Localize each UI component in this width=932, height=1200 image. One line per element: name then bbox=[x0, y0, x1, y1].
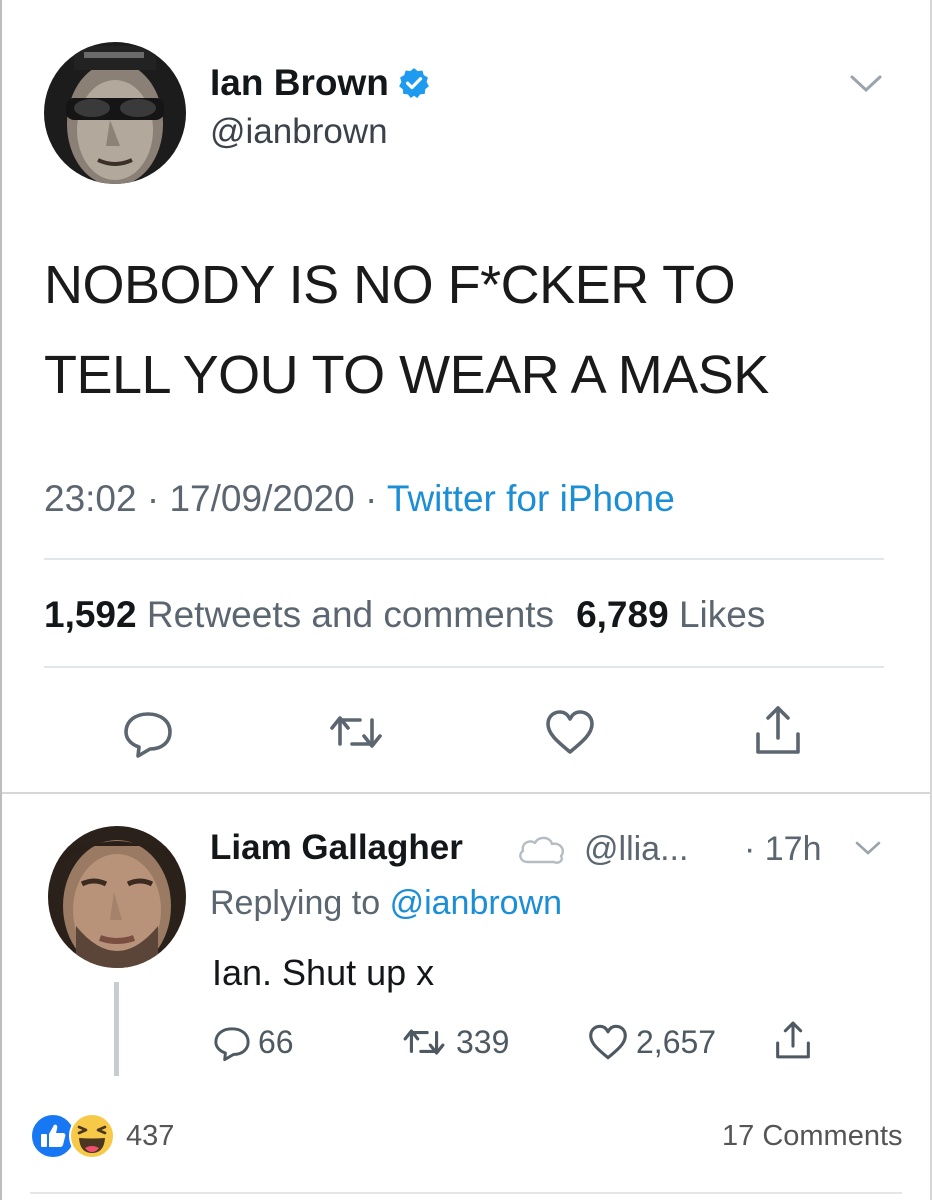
cloud-icon bbox=[514, 830, 570, 870]
tweet-meta: 23:02 · 17/09/2020 · Twitter for iPhone bbox=[44, 478, 675, 520]
retweet-count: 339 bbox=[456, 1023, 510, 1060]
likes-stat[interactable]: 6,789 Likes bbox=[576, 594, 765, 635]
retweets-count: 1,592 bbox=[44, 594, 137, 635]
comments-link[interactable]: 17 Comments bbox=[722, 1120, 903, 1153]
tweet-text: NOBODY IS NO F*CKER TO TELL YOU TO WEAR … bbox=[44, 240, 884, 420]
replying-to-prefix: Replying to bbox=[210, 884, 381, 922]
reply-icon[interactable] bbox=[118, 704, 178, 760]
reaction-count: 437 bbox=[126, 1119, 175, 1152]
ian-brown-avatar[interactable] bbox=[44, 42, 186, 184]
haha-reaction-icon bbox=[69, 1113, 115, 1159]
like-count: 2,657 bbox=[636, 1023, 717, 1060]
liam-gallagher-avatar[interactable] bbox=[48, 826, 186, 968]
retweet-icon bbox=[403, 1029, 445, 1055]
like-icon bbox=[589, 1024, 627, 1060]
tweet-source-link[interactable]: Twitter for iPhone bbox=[387, 478, 675, 519]
divider bbox=[44, 558, 884, 560]
share-icon[interactable] bbox=[748, 700, 808, 756]
tweet-text-line-2: TELL YOU TO WEAR A MASK bbox=[44, 345, 769, 405]
likes-count: 6,789 bbox=[576, 594, 669, 635]
facebook-reactions[interactable]: 437 bbox=[30, 1112, 174, 1160]
reply-time: · 17h bbox=[744, 830, 822, 868]
tweet-text-line-1: NOBODY IS NO F*CKER TO bbox=[44, 255, 736, 315]
replying-to: Replying to @ianbrown bbox=[210, 884, 562, 923]
reply-count: 66 bbox=[258, 1023, 294, 1060]
retweet-action[interactable]: 339 bbox=[396, 1018, 509, 1066]
reply-author-handle[interactable]: @llia... bbox=[584, 830, 688, 869]
tweet-stats: 1,592 Retweets and comments 6,789 Likes bbox=[44, 594, 765, 636]
frame-left-border bbox=[0, 0, 2, 1200]
thread-line bbox=[114, 982, 119, 1076]
replying-to-mention[interactable]: @ianbrown bbox=[390, 884, 563, 922]
verified-badge-icon bbox=[397, 66, 431, 100]
like-action[interactable]: 2,657 bbox=[584, 1018, 716, 1066]
reply-action[interactable]: 66 bbox=[210, 1018, 294, 1066]
tweet-time: 23:02 bbox=[44, 478, 137, 519]
reply-icon bbox=[214, 1027, 250, 1062]
retweets-label: Retweets and comments bbox=[146, 594, 555, 635]
author-handle[interactable]: @ianbrown bbox=[210, 112, 388, 152]
divider bbox=[44, 666, 884, 668]
meta-separator: · bbox=[146, 478, 160, 519]
meta-separator: · bbox=[364, 478, 378, 519]
author-name[interactable]: Ian Brown bbox=[210, 62, 431, 104]
footer-divider bbox=[30, 1192, 902, 1194]
author-name-text[interactable]: Ian Brown bbox=[210, 62, 389, 104]
chevron-down-icon[interactable] bbox=[846, 68, 886, 98]
section-divider bbox=[2, 792, 930, 794]
reply-text: Ian. Shut up x bbox=[212, 952, 435, 993]
retweets-stat[interactable]: 1,592 Retweets and comments bbox=[44, 594, 554, 635]
reply-author-name[interactable]: Liam Gallagher bbox=[210, 828, 463, 868]
retweet-icon[interactable] bbox=[326, 704, 386, 760]
tweet-date: 17/09/2020 bbox=[169, 478, 355, 519]
like-icon[interactable] bbox=[540, 704, 600, 760]
share-icon[interactable] bbox=[770, 1016, 820, 1064]
likes-label: Likes bbox=[678, 594, 766, 635]
chevron-down-icon[interactable] bbox=[852, 836, 884, 860]
